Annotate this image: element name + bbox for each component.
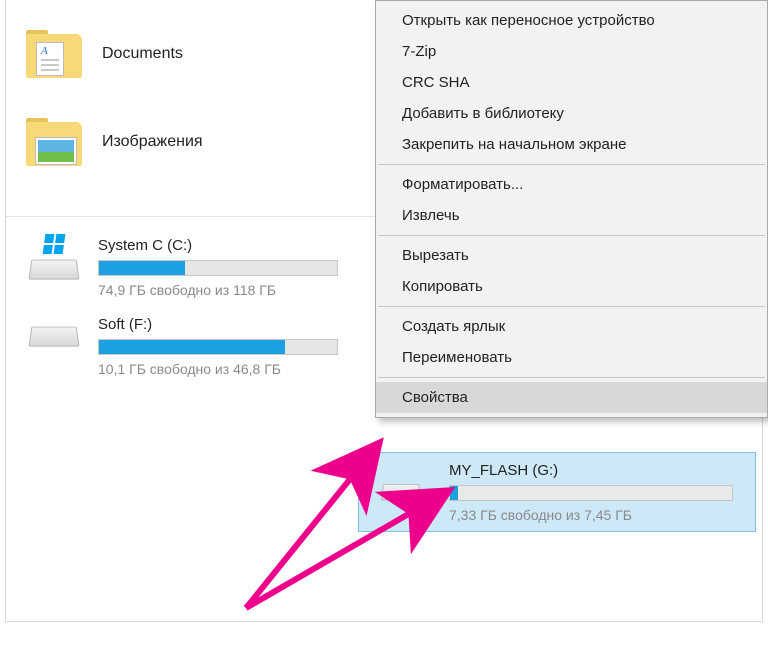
drive-free-text: 7,33 ГБ свободно из 7,45 ГБ [449, 507, 741, 523]
context-menu-item[interactable]: Извлечь [376, 200, 767, 231]
context-menu-item[interactable]: Свойства [376, 382, 767, 413]
context-menu-item[interactable]: 7-Zip [376, 36, 767, 67]
context-menu-item[interactable]: Форматировать... [376, 169, 767, 200]
drive-usage-fill [450, 486, 458, 500]
drive-usage-bar [98, 260, 338, 276]
drive-usage-bar [98, 339, 338, 355]
folder-documents-icon: A [26, 30, 82, 78]
hdd-icon [373, 472, 429, 512]
context-menu-item[interactable]: Открыть как переносное устройство [376, 5, 767, 36]
hdd-icon [26, 316, 82, 356]
library-label: Documents [102, 45, 183, 63]
context-menu-item[interactable]: Создать ярлык [376, 311, 767, 342]
folder-pictures-icon [26, 118, 82, 166]
context-menu-item[interactable]: Закрепить на начальном экране [376, 129, 767, 160]
drive-item-my-flash-selected[interactable]: MY_FLASH (G:) 7,33 ГБ свободно из 7,45 Г… [358, 452, 756, 532]
context-menu-item[interactable]: CRC SHA [376, 67, 767, 98]
context-menu-separator [378, 306, 765, 307]
drive-name: MY_FLASH (G:) [449, 462, 741, 479]
context-menu-item[interactable]: Копировать [376, 271, 767, 302]
context-menu-separator [378, 164, 765, 165]
drive-usage-bar [449, 485, 733, 501]
drive-usage-fill [99, 261, 185, 275]
context-menu-separator [378, 235, 765, 236]
library-label: Изображения [102, 133, 203, 151]
context-menu-item[interactable]: Переименовать [376, 342, 767, 373]
drive-context-menu[interactable]: Открыть как переносное устройство7-ZipCR… [375, 0, 768, 418]
context-menu-item[interactable]: Вырезать [376, 240, 767, 271]
context-menu-separator [378, 377, 765, 378]
context-menu-item[interactable]: Добавить в библиотеку [376, 98, 767, 129]
windows-drive-icon [26, 237, 82, 277]
drive-usage-fill [99, 340, 285, 354]
